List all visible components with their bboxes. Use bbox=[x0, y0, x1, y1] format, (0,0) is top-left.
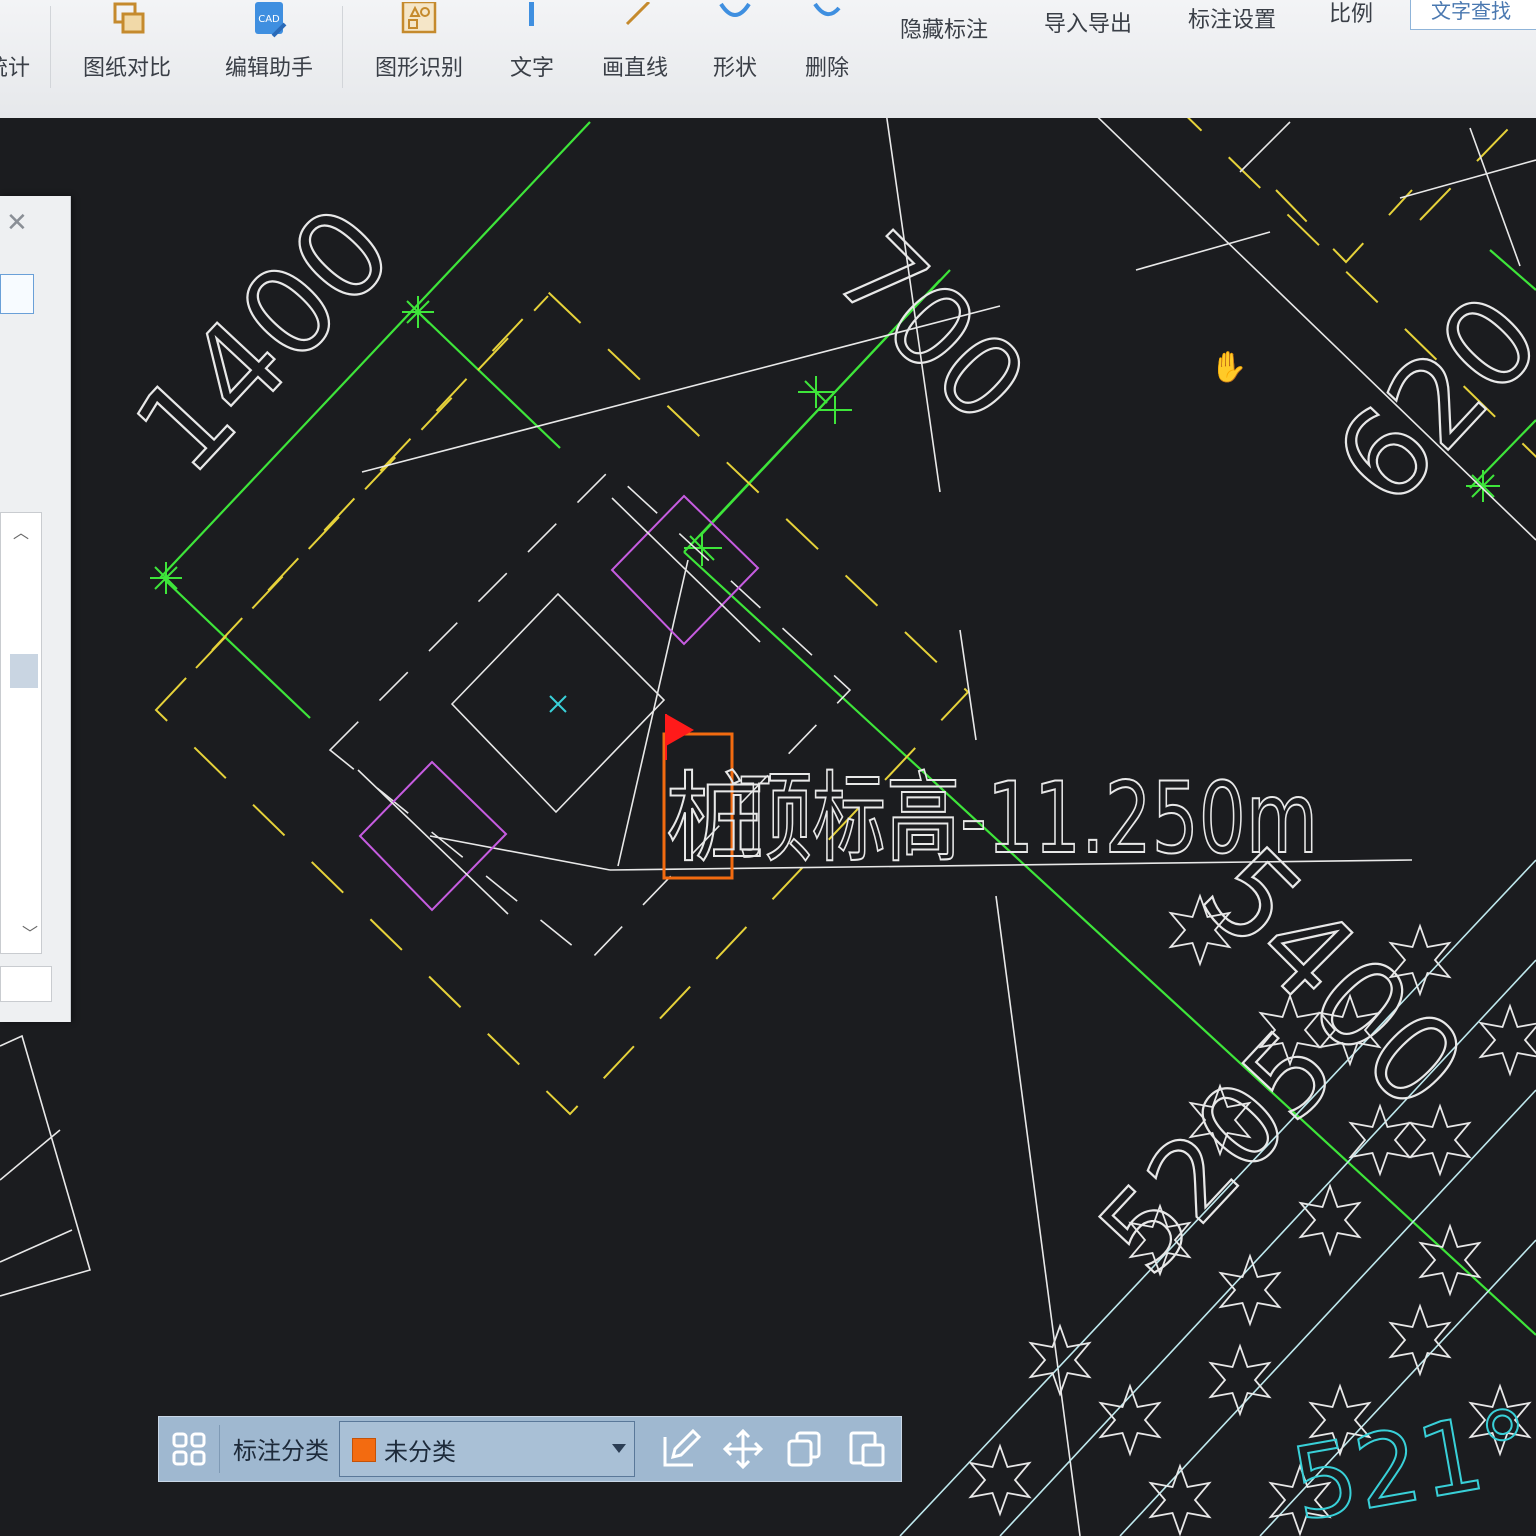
hatch-star bbox=[1148, 1463, 1212, 1536]
dimension-521: 521° bbox=[1284, 1387, 1536, 1536]
annotation-category-select[interactable]: 未分类 bbox=[339, 1421, 635, 1477]
grid-icon[interactable] bbox=[171, 1431, 207, 1467]
toolbar-scale[interactable]: 比例 bbox=[1316, 0, 1386, 100]
toolbar-hide-annotations-label: 隐藏标注 bbox=[899, 18, 988, 43]
hatch-star bbox=[1208, 1343, 1272, 1417]
side-panel-result-list[interactable]: ︿ bbox=[0, 512, 42, 954]
pan-hand-cursor-icon: ✋ bbox=[1210, 350, 1248, 385]
toolbar-text[interactable]: 文字 bbox=[494, 0, 570, 100]
text-tool-icon bbox=[529, 2, 534, 26]
toolbar-hide-annotations[interactable]: 隐藏标注 bbox=[884, 0, 1004, 100]
chevron-down-icon bbox=[612, 1444, 626, 1453]
toolbar-scale-label: 比例 bbox=[1328, 2, 1373, 27]
hatch-star bbox=[1478, 1003, 1536, 1077]
dimension-620: 620 bbox=[1310, 269, 1536, 531]
flag-marker bbox=[666, 714, 694, 746]
category-color-swatch bbox=[352, 1438, 376, 1462]
scrollbar-thumb[interactable] bbox=[10, 654, 38, 688]
scroll-down-icon[interactable]: ﹀ bbox=[22, 920, 38, 944]
toolbar-import-export[interactable]: 导入导出 bbox=[1026, 0, 1150, 100]
dimension-700: 700 bbox=[812, 208, 1051, 447]
elevation-note[interactable]: 桩 顶标高-11.250m bbox=[662, 714, 1319, 880]
edit-annotation-icon[interactable] bbox=[659, 1427, 703, 1471]
toolbar-import-export-label: 导入导出 bbox=[1043, 12, 1132, 37]
cad-edit-assistant-icon: CAD bbox=[255, 2, 287, 38]
delete-icon bbox=[813, 2, 841, 16]
annotation-category-label: 标注分类 bbox=[233, 1437, 329, 1465]
toolbar-draw-line[interactable]: 画直线 bbox=[590, 0, 680, 100]
cad-drawing[interactable]: 1400 700 620 5400 5205 521° 桩 顶标高-11.250… bbox=[0, 118, 1536, 1536]
annotation-category-bar: 标注分类 未分类 bbox=[158, 1416, 902, 1482]
hatch-star bbox=[1408, 1103, 1472, 1177]
toolbar-delete-label: 删除 bbox=[804, 56, 849, 81]
elevation-note-text: 顶标高-11.250m bbox=[738, 762, 1318, 876]
toolbar-annotation-settings[interactable]: 标注设置 bbox=[1170, 0, 1294, 100]
toolbar: 统计 图纸对比 CAD 编辑助手 图形识别 文字 bbox=[0, 0, 1536, 119]
toolbar-edit-assistant[interactable]: CAD 编辑助手 bbox=[214, 0, 324, 100]
toolbar-edit-assistant-label: 编辑助手 bbox=[224, 56, 313, 81]
toolbar-shape-label: 形状 bbox=[712, 56, 757, 81]
copy-icon[interactable] bbox=[783, 1427, 827, 1471]
text-search-input[interactable]: 文字查找 bbox=[1410, 0, 1536, 30]
side-panel-field[interactable] bbox=[0, 274, 34, 314]
compare-drawings-icon bbox=[113, 2, 145, 34]
toolbar-shape-recognition[interactable]: 图形识别 bbox=[364, 0, 474, 100]
move-icon[interactable] bbox=[721, 1427, 765, 1471]
side-panel: ✕ 结果 ︿ ﹀ bbox=[0, 196, 71, 1022]
close-icon[interactable]: ✕ bbox=[6, 208, 28, 238]
toolbar-shape-recognition-label: 图形识别 bbox=[374, 56, 463, 81]
svg-text:CAD: CAD bbox=[258, 14, 280, 25]
annotation-bar-divider bbox=[219, 1425, 220, 1473]
toolbar-statistics[interactable]: 统计 bbox=[0, 0, 30, 100]
side-panel-input[interactable] bbox=[0, 966, 52, 1002]
toolbar-compare-drawings-label: 图纸对比 bbox=[82, 56, 171, 81]
draw-line-icon bbox=[625, 2, 651, 26]
hatch-star bbox=[968, 1443, 1032, 1517]
toolbar-shape[interactable]: 形状 bbox=[700, 0, 770, 100]
hatch-star bbox=[1298, 1183, 1362, 1257]
drawing-canvas[interactable]: 1400 700 620 5400 5205 521° 桩 顶标高-11.250… bbox=[0, 118, 1536, 1536]
annotation-category-value: 未分类 bbox=[384, 1438, 456, 1466]
dimension-1400: 1400 bbox=[110, 182, 420, 500]
toolbar-delete[interactable]: 删除 bbox=[792, 0, 862, 100]
toolbar-divider bbox=[50, 6, 51, 88]
toolbar-text-label: 文字 bbox=[509, 56, 554, 81]
center-mark bbox=[549, 695, 567, 713]
shape-icon bbox=[719, 2, 751, 17]
paste-icon[interactable] bbox=[845, 1427, 889, 1471]
dimension-texts: 1400 700 620 5400 5205 bbox=[108, 181, 1536, 1299]
toolbar-divider bbox=[342, 6, 343, 88]
shape-recognition-icon bbox=[401, 2, 437, 34]
toolbar-annotation-settings-label: 标注设置 bbox=[1187, 8, 1276, 33]
toolbar-statistics-label: 统计 bbox=[0, 56, 30, 81]
toolbar-draw-line-label: 画直线 bbox=[601, 56, 668, 81]
scroll-up-icon[interactable]: ︿ bbox=[13, 519, 29, 543]
toolbar-compare-drawings[interactable]: 图纸对比 bbox=[72, 0, 182, 100]
